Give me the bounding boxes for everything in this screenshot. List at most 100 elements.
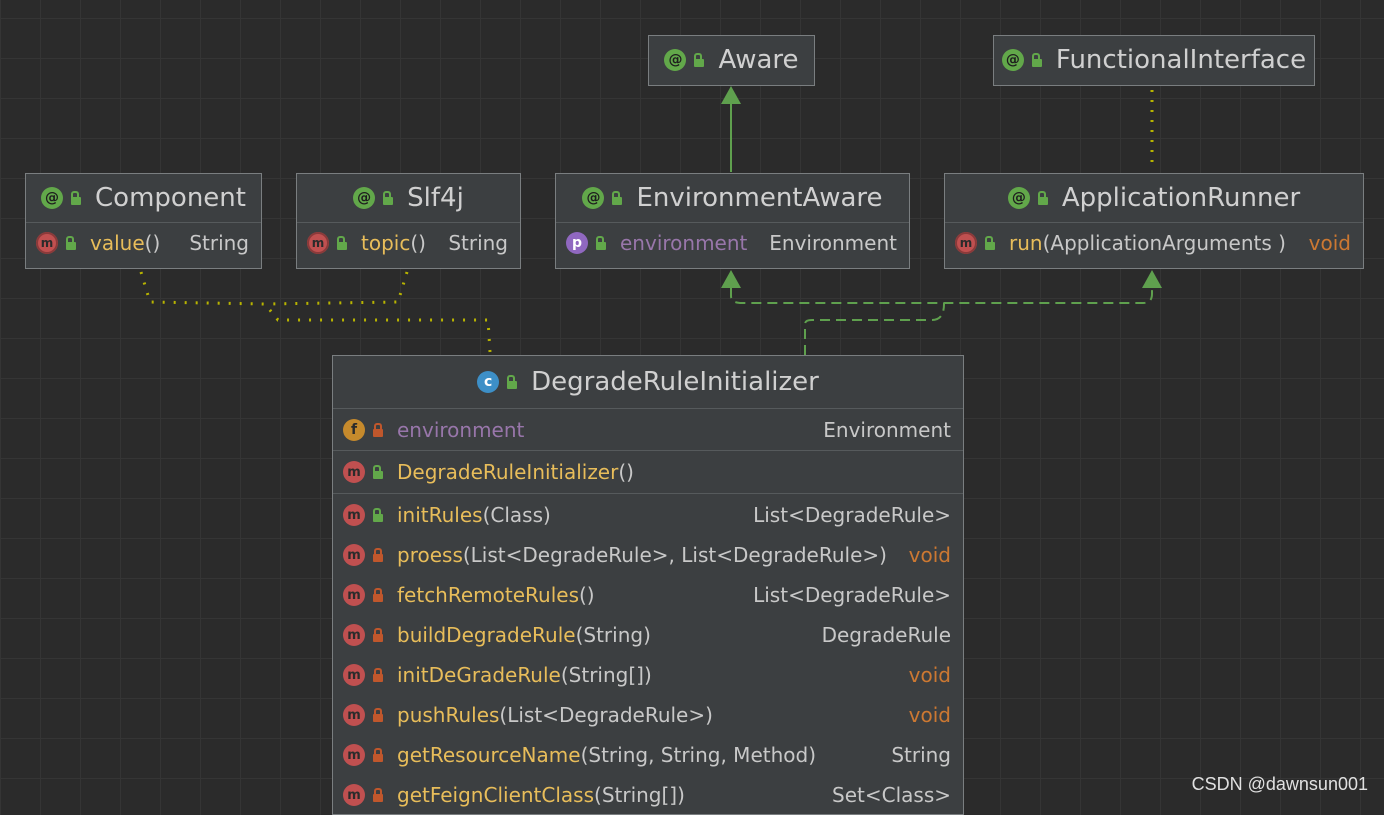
member-type: void — [1308, 231, 1351, 255]
public-lock-icon — [371, 508, 385, 522]
member-params: (ApplicationArguments ) — [1042, 231, 1286, 255]
private-lock-icon — [371, 708, 385, 722]
slf4j-member-row[interactable]: m topic() String — [297, 222, 520, 263]
component-header: @ Component — [26, 174, 261, 222]
aware-annotation-node[interactable]: @ Aware — [648, 35, 815, 86]
field-icon: f — [343, 418, 365, 441]
method-type: List<DegradeRule> — [753, 583, 951, 607]
public-lock-icon — [69, 191, 83, 205]
method-params: (String[]) — [594, 783, 685, 807]
method-icon: m — [343, 704, 365, 726]
private-lock-icon — [371, 422, 385, 437]
environment-aware-interface-node[interactable]: @ EnvironmentAware p environment Environ… — [555, 173, 910, 269]
private-lock-icon — [371, 668, 385, 682]
field-row[interactable]: f environment Environment — [333, 408, 963, 450]
slf4j-annotation-node[interactable]: @ Slf4j m topic() String — [296, 173, 521, 269]
method-params: () — [578, 583, 595, 607]
private-lock-icon — [371, 788, 385, 802]
implements-arrowhead-environmentaware — [721, 270, 741, 288]
functional-interface-annotation-node[interactable]: @ FunctionalInterface — [993, 35, 1315, 86]
annotation-icon: @ — [664, 49, 687, 71]
member-type: String — [448, 231, 508, 255]
annotation-icon: @ — [1007, 187, 1030, 209]
application-runner-interface-node[interactable]: @ ApplicationRunner m run (ApplicationArg… — [944, 173, 1364, 269]
method-row[interactable]: m initRules (Class) List<DegradeRule> — [333, 495, 963, 535]
slf4j-header: @ Slf4j — [297, 174, 520, 222]
private-lock-icon — [371, 628, 385, 642]
public-lock-icon — [594, 236, 608, 250]
public-lock-icon — [335, 236, 349, 250]
application-runner-member-row[interactable]: m run (ApplicationArguments ) void — [945, 222, 1363, 263]
method-params: (List<DegradeRule>) — [499, 703, 713, 727]
method-icon: m — [343, 504, 365, 526]
class-icon: c — [477, 371, 500, 393]
member-type: Environment — [769, 231, 897, 255]
method-type: void — [908, 663, 951, 687]
method-icon: m — [343, 584, 365, 606]
public-lock-icon — [610, 191, 624, 205]
method-icon: m — [343, 784, 365, 806]
method-icon: m — [343, 744, 365, 766]
environment-aware-header: @ EnvironmentAware — [556, 174, 909, 222]
extends-arrowhead-aware — [721, 86, 741, 104]
method-row[interactable]: m proess (List<DegradeRule>, List<Degrade… — [333, 535, 963, 575]
public-lock-icon — [1030, 53, 1044, 67]
method-params: (Class) — [482, 503, 551, 527]
method-row[interactable]: m buildDegradeRule (String) DegradeRule — [333, 615, 963, 655]
method-row[interactable]: m pushRules (List<DegradeRule>) void — [333, 695, 963, 735]
member-name: run — [1009, 231, 1043, 255]
degrade-rule-initializer-title: DegradeRuleInitializer — [531, 367, 819, 397]
member-name: environment — [620, 231, 748, 255]
method-icon: m — [36, 232, 58, 254]
method-name: buildDegradeRule — [397, 623, 576, 647]
method-row[interactable]: m getFeignClientClass (String[]) Set<Clas… — [333, 775, 963, 815]
public-lock-icon — [983, 236, 997, 250]
method-name: fetchRemoteRules — [397, 583, 579, 607]
method-type: List<DegradeRule> — [753, 503, 951, 527]
method-type: DegradeRule — [821, 623, 951, 647]
method-icon: m — [343, 624, 365, 646]
method-icon: m — [343, 664, 365, 686]
method-params: (String[]) — [560, 663, 652, 687]
component-member-row[interactable]: m value() String — [26, 222, 261, 263]
method-icon: m — [343, 461, 365, 483]
member-name: value — [90, 231, 145, 255]
annotation-line-slf4j — [264, 271, 409, 306]
component-annotation-node[interactable]: @ Component m value() String — [25, 173, 262, 269]
private-lock-icon — [371, 548, 385, 562]
method-icon: m — [343, 544, 365, 566]
method-row[interactable]: m getResourceName (String, String, Method… — [333, 735, 963, 775]
public-lock-icon — [1036, 191, 1050, 205]
member-params: () — [144, 231, 161, 255]
application-runner-header: @ ApplicationRunner — [945, 174, 1363, 222]
implements-arrowhead-applicationrunner — [1142, 270, 1162, 288]
method-list: m initRules (Class) List<DegradeRule> m p… — [333, 493, 963, 815]
constructor-params: () — [618, 460, 634, 484]
public-lock-icon — [64, 236, 78, 250]
degrade-rule-initializer-class-node[interactable]: c DegradeRuleInitializer f environment E… — [332, 355, 964, 815]
slf4j-title: Slf4j — [407, 183, 464, 213]
method-icon: m — [307, 232, 329, 254]
method-icon: m — [955, 232, 977, 254]
public-lock-icon — [381, 191, 395, 205]
annotation-icon: @ — [1001, 49, 1024, 71]
annotation-icon: @ — [353, 187, 376, 209]
method-name: initRules — [397, 503, 483, 527]
environment-aware-member-row[interactable]: p environment Environment — [556, 222, 909, 263]
property-icon: p — [566, 232, 588, 254]
method-name: getResourceName — [397, 743, 581, 767]
method-row[interactable]: m fetchRemoteRules () List<DegradeRule> — [333, 575, 963, 615]
method-name: pushRules — [397, 703, 500, 727]
method-name: initDeGradeRule — [397, 663, 561, 687]
method-params: (String, String, Method) — [580, 743, 816, 767]
degrade-rule-initializer-header: c DegradeRuleInitializer — [333, 356, 963, 408]
aware-header: @ Aware — [649, 36, 814, 84]
functional-interface-title: FunctionalInterface — [1055, 45, 1307, 75]
method-type: Set<Class> — [832, 783, 951, 807]
constructor-row[interactable]: m DegradeRuleInitializer() — [333, 450, 963, 493]
method-row[interactable]: m initDeGradeRule (String[]) void — [333, 655, 963, 695]
annotation-line-component — [139, 271, 492, 353]
aware-title: Aware — [718, 45, 799, 75]
public-lock-icon — [505, 375, 519, 389]
implements-line — [730, 288, 1153, 355]
